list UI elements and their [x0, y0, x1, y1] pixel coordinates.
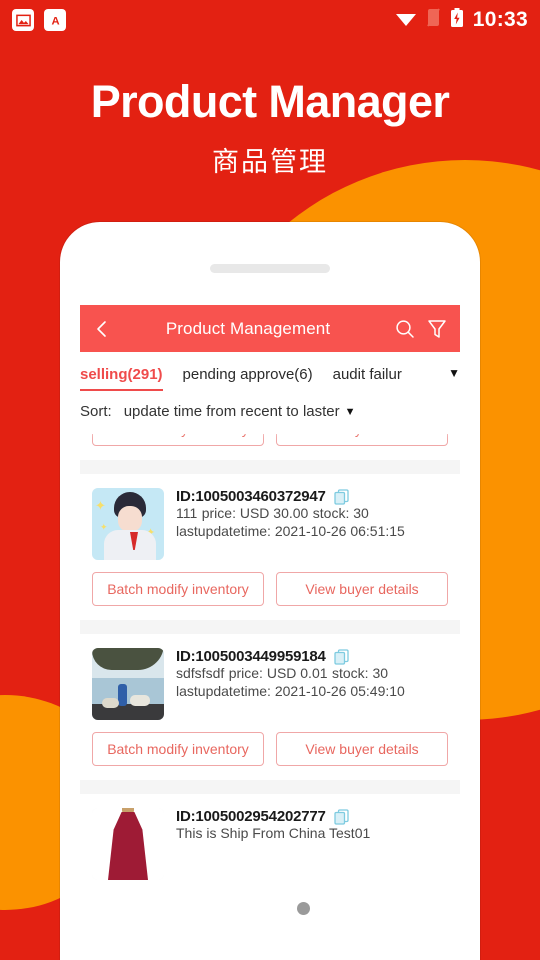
status-tabs: selling(291) pending approve(6) audit fa…	[80, 352, 460, 391]
lakeside-photo-art	[92, 648, 164, 720]
phone-mockup: Product Management selling(291) pending …	[60, 222, 480, 960]
face-shape	[118, 506, 142, 532]
red-dress-art	[92, 808, 164, 880]
dog-shape	[102, 698, 119, 708]
shirt-shape	[104, 530, 156, 560]
batch-modify-inventory-button[interactable]: Batch modify inventory	[92, 434, 264, 446]
anime-avatar-art: ✦ ✦ ✦	[92, 488, 164, 560]
dog-shape	[130, 695, 150, 706]
list-divider	[80, 460, 460, 474]
status-bar-notifications: A	[12, 9, 66, 31]
app-a-icon: A	[44, 9, 66, 31]
product-list[interactable]: Batch modify inventory View buyer detail…	[80, 434, 460, 960]
product-id: ID:1005002954202777	[176, 808, 326, 825]
list-divider	[80, 620, 460, 634]
product-thumbnail[interactable]	[92, 648, 164, 720]
product-name: This is Ship From China Test01	[176, 825, 371, 841]
list-item[interactable]: ID:1005002954202777 This is Ship From Ch…	[80, 794, 460, 894]
card-actions: Batch modify inventory View buyer detail…	[80, 560, 460, 606]
wifi-icon	[395, 9, 417, 32]
batch-modify-inventory-button[interactable]: Batch modify inventory	[92, 572, 264, 606]
page-title: Product Manager	[90, 76, 450, 127]
list-item[interactable]: ID:1005003449959184 sdfsfsdf price: USD …	[80, 634, 460, 780]
back-icon[interactable]	[92, 319, 112, 339]
filter-icon[interactable]	[426, 318, 448, 340]
photo-icon	[12, 9, 34, 31]
list-item[interactable]: ✦ ✦ ✦ ID:1005003460372947	[80, 474, 460, 620]
touch-indicator	[297, 902, 310, 915]
view-buyer-details-button[interactable]: View buyer details	[276, 732, 448, 766]
battery-charging-icon	[450, 7, 464, 33]
tab-selling[interactable]: selling(291)	[80, 366, 163, 391]
product-id: ID:1005003460372947	[176, 488, 326, 505]
search-icon[interactable]	[394, 318, 416, 340]
copy-icon[interactable]	[334, 808, 349, 825]
person-shape	[118, 684, 127, 706]
batch-modify-inventory-button[interactable]: Batch modify inventory	[92, 732, 264, 766]
product-price: price: USD 30.00	[201, 505, 309, 521]
product-name: sdfsfsdf	[176, 665, 225, 681]
list-item-previous-partial[interactable]: Batch modify inventory View buyer detail…	[80, 434, 460, 460]
status-bar: A 10:33	[0, 0, 540, 40]
card-actions: Batch modify inventory View buyer detail…	[80, 720, 460, 766]
product-updated-time: lastupdatetime: 2021-10-26 06:51:15	[176, 523, 405, 539]
dress-shape	[108, 812, 148, 880]
svg-text:A: A	[51, 15, 59, 27]
chevron-down-icon[interactable]: ▼	[448, 366, 460, 386]
status-bar-indicators: 10:33	[395, 7, 528, 33]
sort-chevron-down-icon[interactable]: ▼	[345, 406, 356, 418]
copy-icon[interactable]	[334, 488, 349, 505]
product-price: price: USD 0.01	[228, 665, 328, 681]
sort-bar: Sort: update time from recent to laster …	[80, 391, 460, 430]
tab-audit-failure[interactable]: audit failur	[333, 366, 402, 389]
star-icon: ✦	[95, 498, 106, 513]
app-title: Product Management	[165, 318, 331, 338]
product-thumbnail[interactable]	[92, 808, 164, 880]
view-buyer-details-button[interactable]: View buyer details	[276, 434, 448, 446]
product-updated-time: lastupdatetime: 2021-10-26 05:49:10	[176, 683, 405, 699]
signal-icon	[426, 8, 441, 32]
phone-speaker	[210, 264, 330, 273]
list-divider	[80, 780, 460, 794]
sort-label: Sort:	[80, 403, 112, 420]
hero-section: Product Manager 商品管理	[0, 76, 540, 179]
product-stock: stock: 30	[331, 665, 389, 681]
tab-pending-approve[interactable]: pending approve(6)	[183, 366, 313, 389]
app-header-bar: Product Management	[80, 305, 460, 352]
product-name: 111	[176, 505, 198, 521]
page-subtitle: 商品管理	[212, 146, 328, 178]
product-stock: stock: 30	[312, 505, 369, 521]
view-buyer-details-button[interactable]: View buyer details	[276, 572, 448, 606]
product-thumbnail[interactable]: ✦ ✦ ✦	[92, 488, 164, 560]
card-actions: Batch modify inventory View buyer detail…	[80, 434, 460, 446]
sort-value[interactable]: update time from recent to laster	[124, 403, 340, 420]
copy-icon[interactable]	[334, 648, 349, 665]
star-icon: ✦	[100, 522, 108, 532]
status-bar-time: 10:33	[472, 8, 528, 31]
product-id: ID:1005003449959184	[176, 648, 326, 665]
